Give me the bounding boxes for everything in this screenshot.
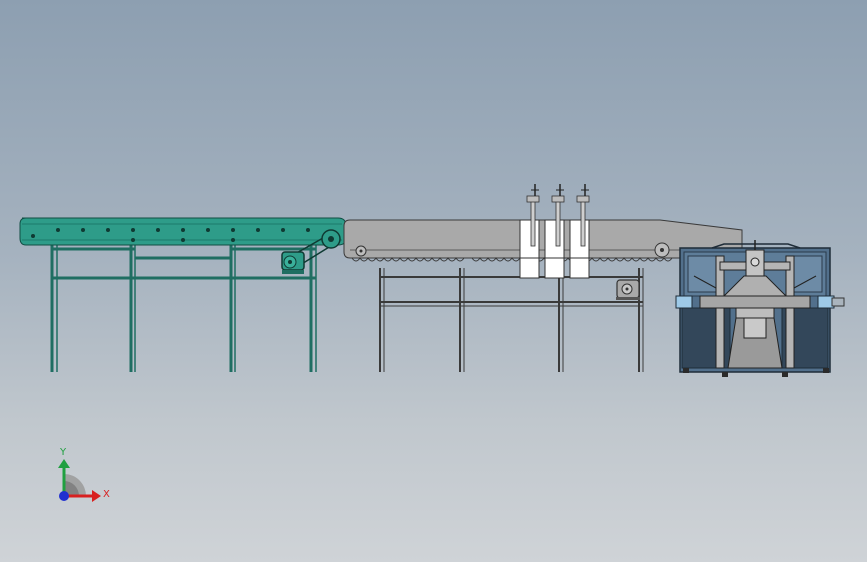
middle-drive-motor (616, 279, 640, 300)
end-unit (675, 240, 845, 377)
infeed-conveyor (19, 217, 347, 372)
guide-2 (544, 184, 565, 279)
triad-x-label: X (103, 489, 110, 500)
triad-y-label: Y (59, 447, 67, 458)
triad-z-axis (59, 491, 69, 501)
coordinate-triad: Y X (58, 447, 110, 502)
vertical-guides (519, 184, 590, 279)
infeed-frame (50, 245, 317, 372)
middle-frame (379, 268, 644, 372)
guide-3 (569, 184, 590, 279)
middle-chain-scallop (351, 257, 673, 262)
cad-viewport[interactable]: Y X (0, 0, 867, 562)
guide-1 (519, 184, 540, 279)
